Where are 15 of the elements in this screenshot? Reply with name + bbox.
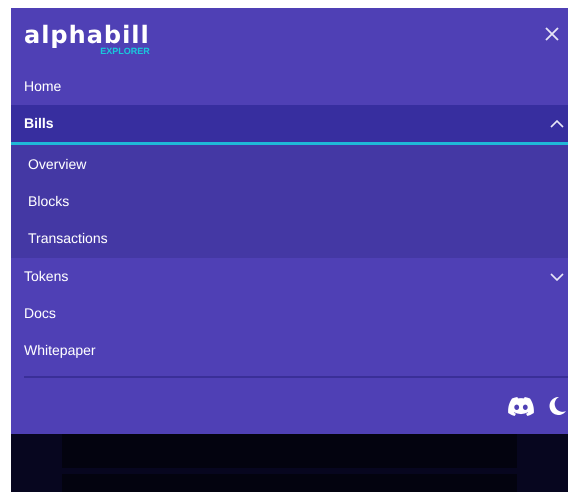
menu-item[interactable]: Home — [11, 68, 568, 105]
chevron-down-icon — [550, 272, 564, 280]
menu-item[interactable]: Whitepaper — [11, 332, 568, 369]
moon-icon[interactable] — [548, 396, 566, 416]
submenu-item[interactable]: Transactions — [11, 220, 568, 257]
logo-subtitle: EXPLORER — [100, 47, 150, 56]
menu-item[interactable]: Tokens — [11, 258, 568, 295]
chevron-up-icon — [550, 120, 564, 128]
discord-icon[interactable] — [508, 396, 534, 416]
submenu-item[interactable]: Blocks — [11, 183, 568, 220]
menu-item[interactable]: Bills — [11, 105, 568, 142]
menu-item[interactable]: Docs — [11, 295, 568, 332]
submenu-item[interactable]: Overview — [11, 146, 568, 183]
close-icon — [544, 26, 560, 42]
logo-wordmark: alphabill — [24, 22, 150, 48]
